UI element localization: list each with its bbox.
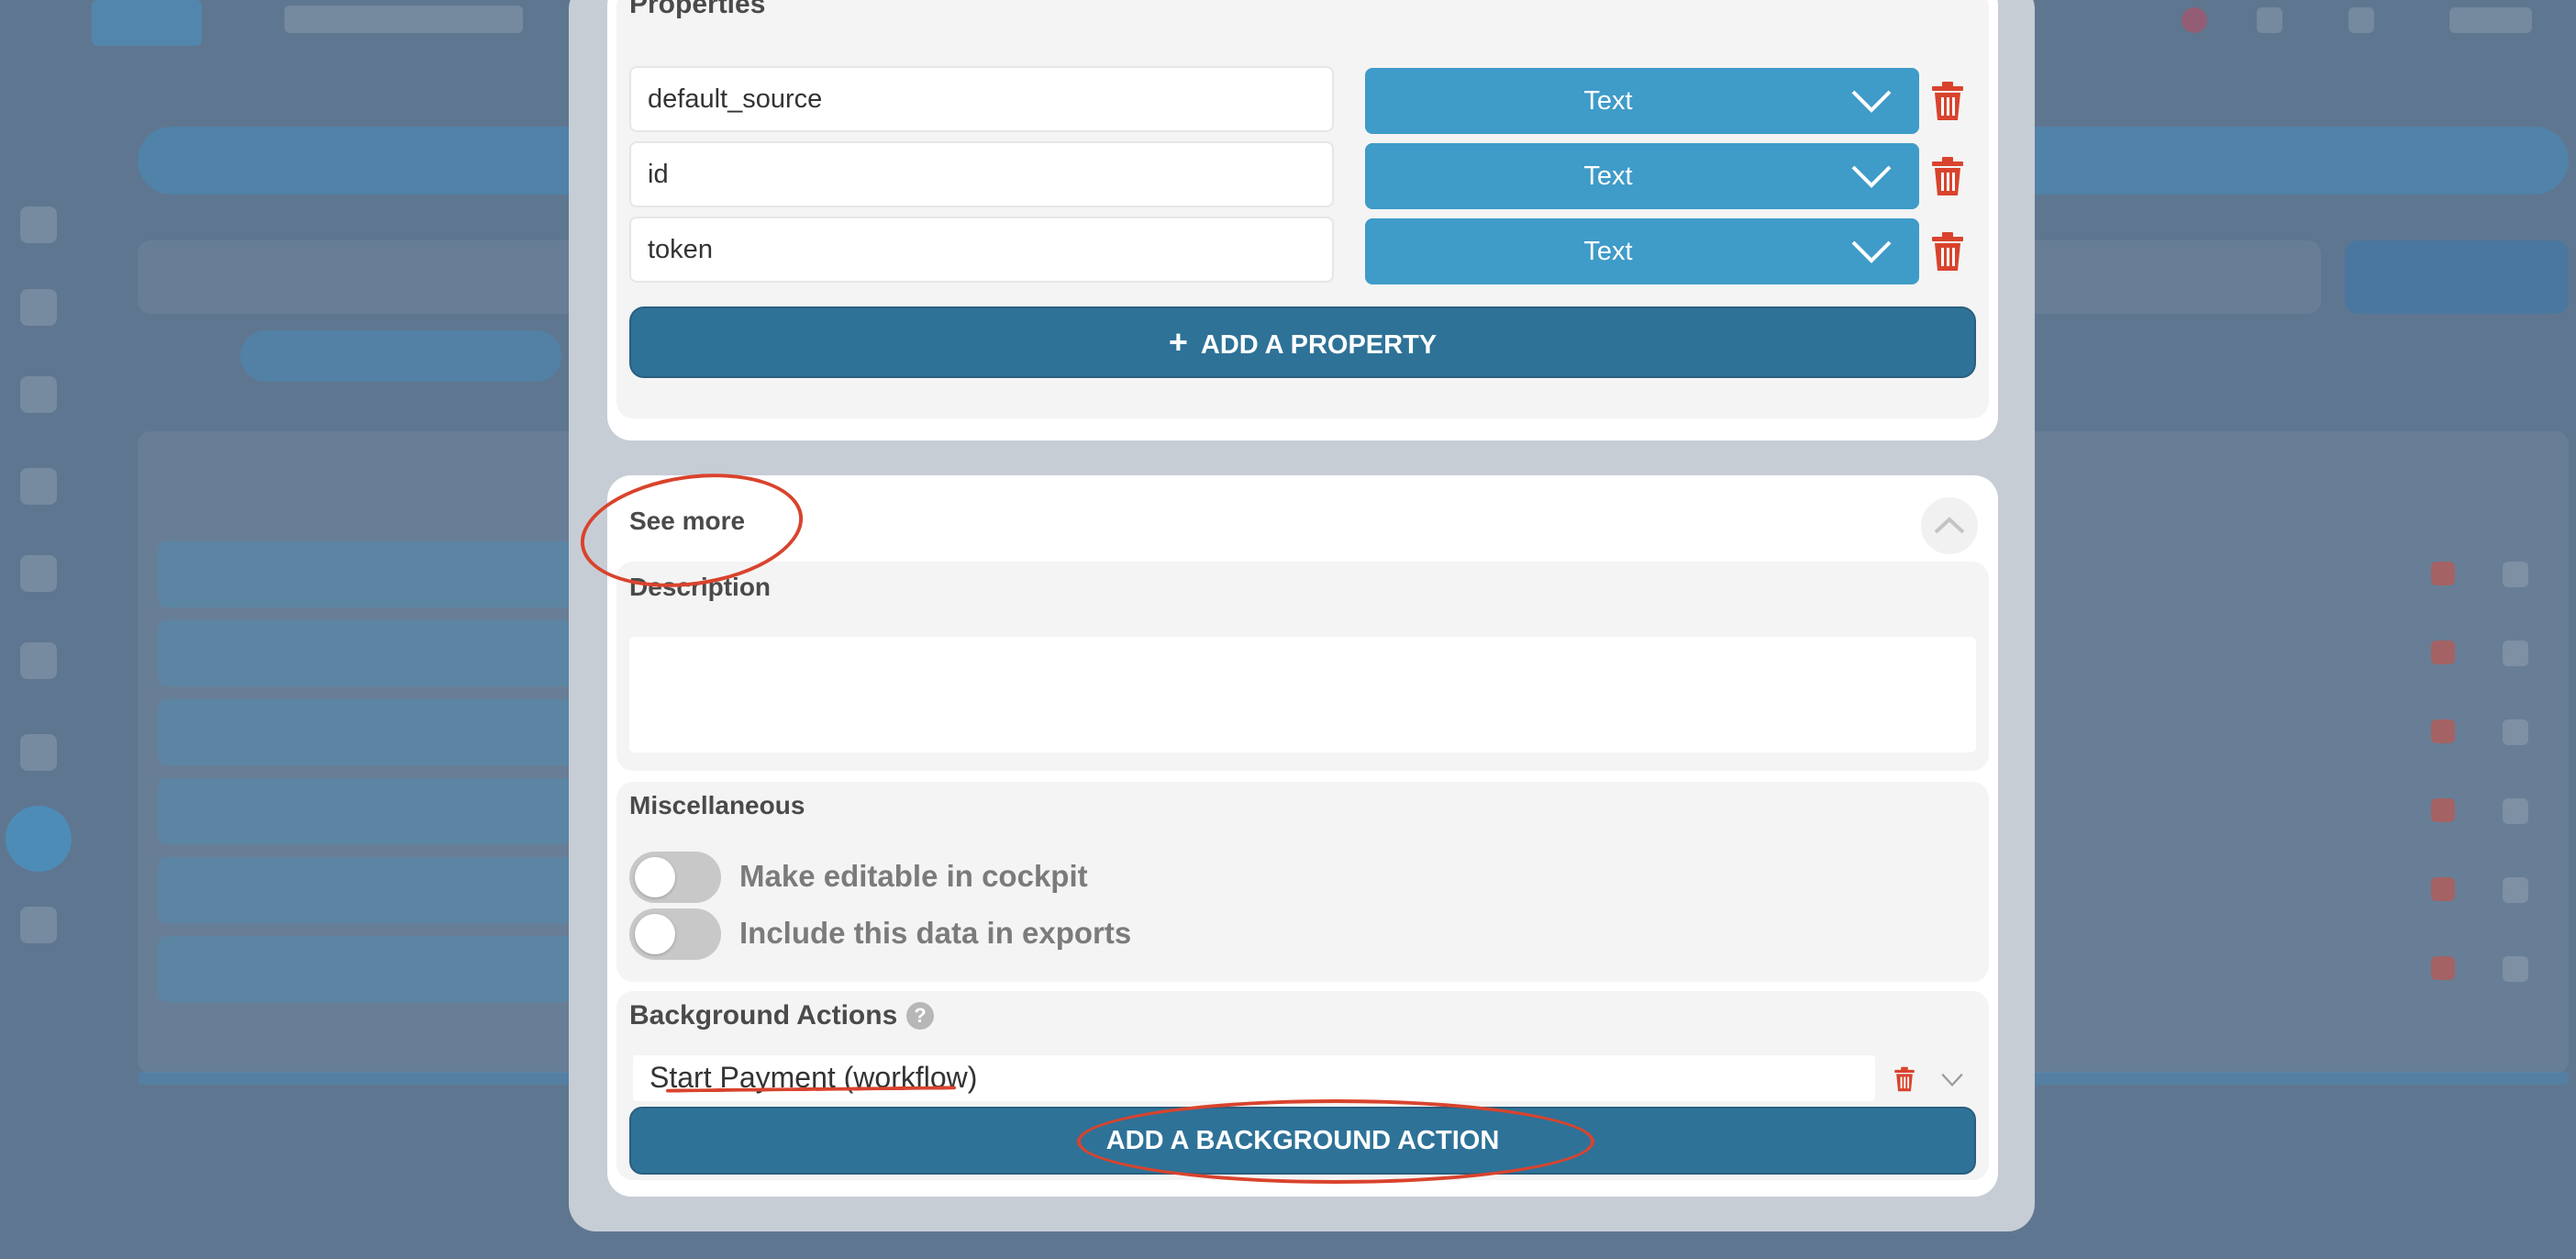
property-type-select[interactable]: Text <box>1365 68 1919 134</box>
background-sidebar-icon <box>20 376 57 413</box>
plus-icon: + <box>1168 323 1188 361</box>
property-type-value: Text <box>1583 237 1633 266</box>
property-type-select[interactable]: Text <box>1365 143 1919 209</box>
background-header-icon <box>2257 7 2282 33</box>
background-search-icon <box>2503 719 2528 745</box>
background-title <box>284 6 523 33</box>
background-header-icon <box>2348 7 2374 33</box>
property-name-input[interactable]: id <box>629 141 1334 207</box>
background-trash-icon <box>2431 562 2455 585</box>
background-sidebar-icon <box>20 206 57 243</box>
background-trash-icon <box>2431 719 2455 743</box>
help-icon[interactable]: ? <box>906 1002 934 1030</box>
background-search-icon <box>2503 641 2528 666</box>
background-sidebar-icon <box>20 289 57 326</box>
background-search-icon <box>2503 877 2528 903</box>
background-row <box>158 620 635 686</box>
trash-icon[interactable] <box>1930 231 1965 272</box>
background-sidebar-active-icon <box>6 806 72 872</box>
add-property-button[interactable]: + ADD A PROPERTY <box>629 306 1976 378</box>
background-header-icon <box>2182 7 2207 33</box>
chevron-down-icon <box>1851 165 1892 188</box>
chevron-down-icon <box>1851 240 1892 263</box>
toggle-knob <box>635 914 675 954</box>
background-search-icon <box>2503 798 2528 824</box>
property-type-select[interactable]: Text <box>1365 218 1919 284</box>
background-sidebar-icon <box>20 734 57 771</box>
trash-icon[interactable] <box>1893 1066 1915 1092</box>
editable-in-cockpit-toggle[interactable] <box>629 852 721 903</box>
background-row <box>158 541 635 607</box>
background-row <box>158 936 635 1002</box>
description-textarea[interactable] <box>629 637 1976 752</box>
background-header-icon <box>2449 7 2532 33</box>
miscellaneous-heading: Miscellaneous <box>629 791 805 819</box>
include-in-exports-label: Include this data in exports <box>739 916 1132 950</box>
background-search-icon <box>2503 956 2528 982</box>
property-name-input[interactable]: default_source <box>629 66 1334 132</box>
include-in-exports-toggle[interactable] <box>629 908 721 960</box>
background-sidebar-icon <box>20 468 57 505</box>
background-filter-chip <box>240 330 561 382</box>
background-row <box>158 778 635 844</box>
property-type-value: Text <box>1583 162 1633 191</box>
add-property-label: ADD A PROPERTY <box>1200 330 1438 360</box>
background-row <box>158 857 635 923</box>
background-trash-icon <box>2431 877 2455 901</box>
chevron-up-icon <box>1934 517 1965 534</box>
background-actions-heading: Background Actions <box>629 1000 898 1031</box>
background-sidebar-icon <box>20 642 57 679</box>
background-trash-icon <box>2431 641 2455 664</box>
background-row <box>158 699 635 765</box>
chevron-down-icon <box>1851 90 1892 113</box>
background-trash-icon <box>2431 956 2455 980</box>
background-logo <box>92 0 202 46</box>
chevron-down-icon[interactable] <box>1939 1072 1965 1088</box>
background-action-row[interactable]: Start Payment (workflow) <box>633 1055 1875 1101</box>
toggle-knob <box>635 857 675 897</box>
background-sidebar-icon <box>20 555 57 592</box>
trash-icon[interactable] <box>1930 156 1965 196</box>
background-search-icon <box>2503 562 2528 587</box>
property-type-value: Text <box>1583 86 1633 116</box>
editable-in-cockpit-label: Make editable in cockpit <box>739 859 1088 893</box>
property-name-input[interactable]: token <box>629 217 1334 283</box>
add-action-annotation-circle <box>1077 1099 1594 1184</box>
background-sidebar-icon <box>20 907 57 943</box>
trash-icon[interactable] <box>1930 81 1965 121</box>
background-trash-icon <box>2431 798 2455 822</box>
properties-heading: Properties <box>629 0 766 19</box>
collapse-button[interactable] <box>1921 497 1978 554</box>
background-search-button <box>2345 240 2569 314</box>
